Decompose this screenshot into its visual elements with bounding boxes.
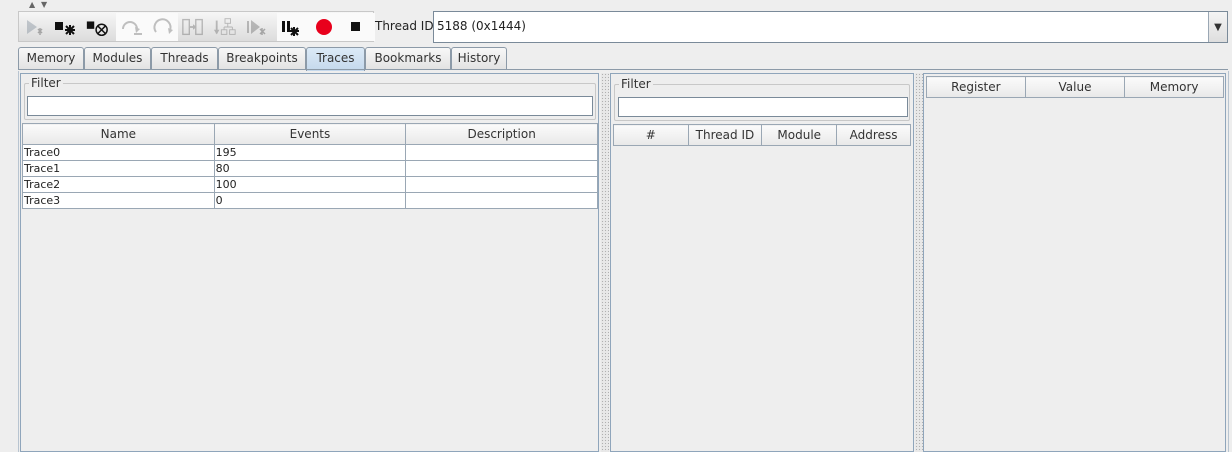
table-row[interactable]: Trace1 80 [22, 160, 598, 177]
trace-events: 100 [213, 176, 407, 193]
step-into-icon[interactable] [53, 15, 77, 39]
trace-description [405, 192, 598, 209]
tab-traces[interactable]: Traces [306, 47, 365, 71]
trace-name: Trace3 [22, 192, 215, 209]
column-header-value[interactable]: Value [1024, 76, 1126, 98]
traces-table: Name Events Description Trace0 195 Trace… [22, 123, 598, 209]
trace-name: Trace1 [22, 160, 215, 177]
column-header-description[interactable]: Description [405, 123, 598, 145]
pause-icon[interactable] [278, 15, 302, 39]
trace-name: Trace0 [22, 144, 215, 161]
step-over-icon[interactable] [119, 15, 143, 39]
resume-icon[interactable] [23, 15, 47, 39]
column-header-thread-id[interactable]: Thread ID [687, 124, 763, 146]
events-filter-label: Filter [619, 77, 653, 91]
top-collapse-strip: ▲ ▼ [0, 0, 1232, 10]
trace-events-table: # Thread ID Module Address [613, 124, 911, 146]
column-header-module[interactable]: Module [761, 124, 838, 146]
splitter-handle[interactable] [915, 73, 923, 452]
column-header-name[interactable]: Name [22, 123, 215, 145]
trace-description [405, 176, 598, 193]
resume-back-icon[interactable] [245, 15, 269, 39]
run-to-cursor-icon[interactable] [181, 15, 205, 39]
trace-events: 195 [213, 144, 407, 161]
column-header-register[interactable]: Register [926, 76, 1026, 98]
tab-breakpoints[interactable]: Breakpoints [218, 47, 306, 70]
thread-id-select[interactable]: 5188 (0x1444) ▼ [433, 11, 1228, 43]
record-icon[interactable] [312, 15, 336, 39]
traces-panel: Filter Name Events Description Trace0 19… [20, 73, 599, 452]
scroll-down-arrow-icon[interactable]: ▼ [41, 0, 47, 9]
chevron-down-icon[interactable]: ▼ [1208, 12, 1227, 42]
column-header-address[interactable]: Address [836, 124, 911, 146]
tab-history[interactable]: History [451, 47, 507, 70]
tab-threads[interactable]: Threads [151, 47, 218, 70]
table-row[interactable]: Trace0 195 [22, 144, 598, 161]
traces-filter-label: Filter [29, 76, 63, 90]
table-row[interactable]: Trace2 100 [22, 176, 598, 193]
events-filter-input[interactable] [618, 97, 908, 117]
debug-toolbar [18, 11, 375, 42]
step-out-icon[interactable] [151, 15, 175, 39]
step-back-icon[interactable] [213, 15, 237, 39]
tab-bookmarks[interactable]: Bookmarks [365, 47, 451, 70]
trace-description [405, 144, 598, 161]
tab-memory[interactable]: Memory [18, 47, 84, 70]
table-row[interactable]: Trace3 0 [22, 192, 598, 209]
thread-id-value: 5188 (0x1444) [437, 19, 526, 33]
tab-underline [18, 69, 1228, 70]
splitter-handle[interactable] [601, 73, 609, 452]
thread-id-label: Thread ID [375, 19, 434, 33]
traces-filter-group: Filter [24, 76, 596, 120]
trace-events: 0 [213, 192, 407, 209]
column-header-events[interactable]: Events [213, 123, 407, 145]
trace-description [405, 160, 598, 177]
registers-table: Register Value Memory [926, 76, 1224, 98]
column-header-memory[interactable]: Memory [1124, 76, 1224, 98]
tab-modules[interactable]: Modules [84, 47, 151, 70]
trace-events-panel: Filter # Thread ID Module Address [610, 73, 914, 452]
scroll-up-arrow-icon[interactable]: ▲ [29, 0, 35, 9]
registers-panel: Register Value Memory [923, 73, 1226, 452]
column-header-index[interactable]: # [613, 124, 689, 146]
stop-icon[interactable] [344, 15, 368, 39]
trace-events: 80 [213, 160, 407, 177]
step-instruction-icon[interactable] [85, 15, 109, 39]
events-filter-group: Filter [614, 77, 910, 121]
trace-name: Trace2 [22, 176, 215, 193]
traces-filter-input[interactable] [27, 96, 593, 116]
